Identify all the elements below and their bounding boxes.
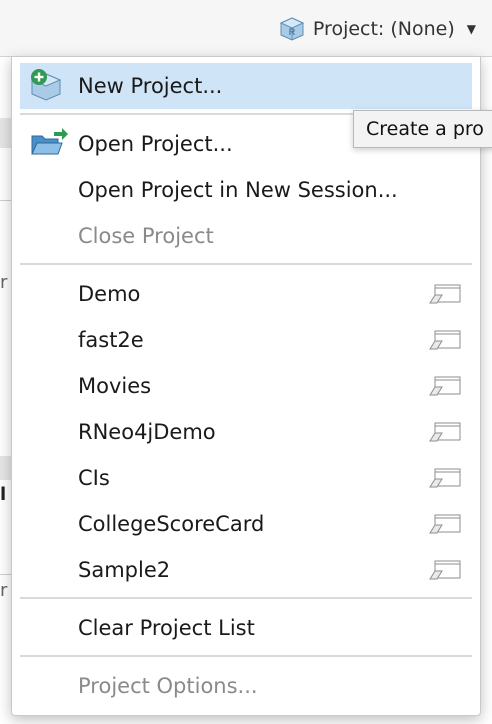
recent-project-label: Movies [78,374,152,398]
menu-item-label: Open Project in New Session... [78,178,398,202]
recent-project-item[interactable]: CollegeScoreCard [20,501,472,547]
recent-project-label: Demo [78,282,141,306]
svg-text:R: R [289,27,296,37]
open-in-new-window-icon[interactable] [428,513,462,535]
menu-item-open-new-session[interactable]: Open Project in New Session... [20,167,472,213]
tooltip: Create a pro [353,110,492,148]
recent-project-label: RNeo4jDemo [78,420,216,444]
menu-item-label: New Project... [78,74,223,98]
menu-item-clear-project-list[interactable]: Clear Project List [20,605,472,651]
project-dropdown-menu: New Project... Open Project... Open Proj… [11,56,481,716]
menu-item-project-options: Project Options... [20,663,472,709]
recent-project-item[interactable]: fast2e [20,317,472,363]
recent-project-label: fast2e [78,328,144,352]
menu-item-label: Open Project... [78,132,233,156]
recent-project-label: CIs [78,466,110,490]
main-toolbar: R Project: (None) ▼ [0,0,492,57]
caret-down-icon: ▼ [466,22,476,36]
recent-project-label: CollegeScoreCard [78,512,265,536]
open-in-new-window-icon[interactable] [428,329,462,351]
open-in-new-window-icon[interactable] [428,283,462,305]
menu-item-label: Clear Project List [78,616,255,640]
menu-separator [20,655,472,657]
new-project-icon [30,69,62,101]
open-in-new-window-icon[interactable] [428,421,462,443]
project-menu-button[interactable]: R Project: (None) ▼ [279,12,476,46]
recent-project-item[interactable]: CIs [20,455,472,501]
recent-project-label: Sample2 [78,558,171,582]
menu-item-close-project: Close Project [20,213,472,259]
recent-project-item[interactable]: Demo [20,271,472,317]
menu-separator [20,597,472,599]
r-project-cube-icon: R [279,17,305,41]
menu-item-new-project[interactable]: New Project... [20,63,472,109]
open-in-new-window-icon[interactable] [428,467,462,489]
menu-separator [20,263,472,265]
recent-project-item[interactable]: RNeo4jDemo [20,409,472,455]
open-in-new-window-icon[interactable] [428,559,462,581]
menu-item-label: Close Project [78,224,214,248]
open-in-new-window-icon[interactable] [428,375,462,397]
project-menu-label: Project: (None) [312,18,455,40]
tooltip-text: Create a pro [366,118,484,140]
recent-project-item[interactable]: Movies [20,363,472,409]
recent-project-item[interactable]: Sample2 [20,547,472,593]
open-folder-icon [31,128,68,155]
menu-item-label: Project Options... [78,674,258,698]
